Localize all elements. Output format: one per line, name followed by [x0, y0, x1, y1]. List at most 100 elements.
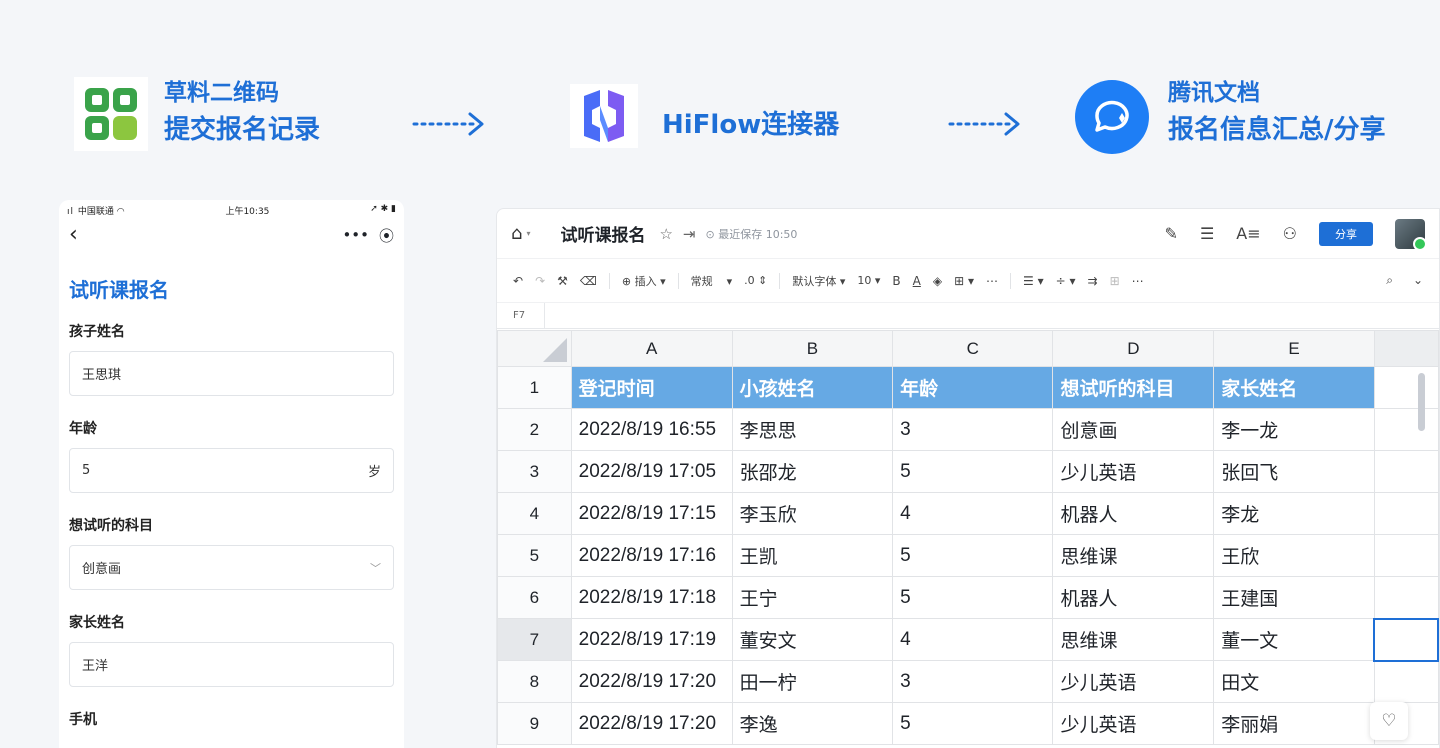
text-format-icon[interactable]: A≡ — [1236, 224, 1260, 243]
table-cell[interactable]: 家长姓名 — [1213, 366, 1375, 409]
table-cell[interactable]: 张回飞 — [1213, 450, 1375, 493]
row-number[interactable]: 7 — [497, 618, 572, 661]
table-cell[interactable] — [1373, 660, 1439, 703]
table-cell[interactable]: 创意画 — [1052, 408, 1215, 451]
chevron-down-icon[interactable]: ⌄ — [1413, 273, 1423, 288]
table-cell[interactable]: 5 — [892, 702, 1054, 745]
table-cell[interactable]: 田一柠 — [731, 660, 894, 703]
heart-icon[interactable]: ♡ — [1370, 702, 1408, 740]
row-number[interactable]: 6 — [497, 576, 572, 619]
parent-name-input[interactable]: 王洋 — [69, 642, 394, 687]
align-icon[interactable]: ☰ ▾ — [1023, 274, 1044, 288]
table-cell[interactable]: 少儿英语 — [1052, 660, 1215, 703]
table-cell[interactable]: 小孩姓名 — [731, 366, 894, 409]
table-cell[interactable]: 3 — [892, 660, 1054, 703]
table-cell[interactable]: 5 — [892, 450, 1054, 493]
row-number[interactable]: 4 — [497, 492, 572, 535]
edit-check-icon[interactable]: ✎ — [1165, 224, 1178, 243]
fill-color-icon[interactable]: ◈ — [933, 274, 942, 288]
move-icon[interactable]: ⇥ — [683, 225, 696, 243]
text-color-icon[interactable]: A — [913, 274, 921, 288]
table-cell[interactable]: 王凯 — [731, 534, 894, 577]
table-cell[interactable]: 4 — [892, 492, 1054, 535]
doc-title[interactable]: 试听课报名 — [560, 221, 645, 246]
selected-cell[interactable] — [1373, 617, 1439, 662]
eraser-icon[interactable]: ⌫ — [580, 274, 597, 288]
column-header[interactable]: D — [1052, 330, 1215, 367]
table-cell[interactable]: 李丽娟 — [1213, 702, 1375, 745]
undo-icon[interactable]: ↶ — [513, 274, 523, 288]
border-icon[interactable]: ⊞ ▾ — [954, 274, 974, 288]
table-cell[interactable]: 李思思 — [731, 408, 894, 451]
bold-icon[interactable]: B — [892, 274, 900, 288]
row-number[interactable]: 9 — [497, 702, 572, 745]
table-cell[interactable]: 田文 — [1213, 660, 1375, 703]
row-number[interactable]: 2 — [497, 408, 572, 451]
column-header[interactable] — [1373, 330, 1439, 367]
redo-icon[interactable]: ↷ — [535, 274, 545, 288]
column-header[interactable]: E — [1213, 330, 1375, 367]
table-cell[interactable]: 4 — [892, 618, 1054, 661]
vertical-scrollbar[interactable] — [1418, 373, 1425, 431]
search-icon[interactable]: ⌕ — [1386, 273, 1393, 288]
table-cell[interactable]: 2022/8/19 17:16 — [570, 534, 733, 577]
star-icon[interactable]: ☆ — [659, 225, 672, 243]
table-cell[interactable]: 张邵龙 — [731, 450, 894, 493]
table-cell[interactable]: 王欣 — [1213, 534, 1375, 577]
wrap-icon[interactable]: ⇉ — [1088, 274, 1098, 288]
table-cell[interactable]: 2022/8/19 17:20 — [570, 660, 733, 703]
home-icon[interactable]: ⌂ — [511, 223, 522, 244]
table-cell[interactable]: 想试听的科目 — [1052, 366, 1215, 409]
column-header[interactable]: A — [570, 330, 733, 367]
table-cell[interactable] — [1373, 408, 1439, 451]
close-target-icon[interactable]: ⦿ — [379, 225, 394, 246]
table-cell[interactable]: 2022/8/19 17:19 — [570, 618, 733, 661]
table-cell[interactable]: 董安文 — [731, 618, 894, 661]
font-family-select[interactable]: 默认字体 ▾ — [792, 273, 845, 289]
table-cell[interactable]: 李玉欣 — [731, 492, 894, 535]
table-cell[interactable]: 少儿英语 — [1052, 450, 1215, 493]
caret-down-icon[interactable]: ▾ — [526, 229, 530, 238]
select-all-corner[interactable] — [497, 330, 572, 367]
menu-icon[interactable]: ☰ — [1200, 224, 1214, 243]
back-icon[interactable]: ‹ — [69, 224, 78, 246]
more-icon[interactable]: ⋯ — [986, 274, 998, 288]
subject-select[interactable]: 创意画 ﹀ — [69, 545, 394, 590]
column-header[interactable]: C — [892, 330, 1054, 367]
avatar[interactable] — [1395, 218, 1427, 251]
age-input[interactable]: 5 岁 — [69, 448, 394, 493]
table-cell[interactable]: 董一文 — [1213, 618, 1375, 661]
valign-icon[interactable]: ÷ ▾ — [1056, 274, 1076, 288]
table-cell[interactable]: 2022/8/19 17:20 — [570, 702, 733, 745]
table-cell[interactable]: 机器人 — [1052, 576, 1215, 619]
format-painter-icon[interactable]: ⚒ — [557, 274, 568, 288]
add-collaborator-icon[interactable]: ⚇ — [1283, 224, 1297, 243]
child-name-input[interactable]: 王思琪 — [69, 351, 394, 396]
table-cell[interactable]: 机器人 — [1052, 492, 1215, 535]
more-icon[interactable]: ⋯ — [1132, 274, 1144, 288]
table-cell[interactable]: 5 — [892, 576, 1054, 619]
row-number[interactable]: 1 — [497, 366, 572, 409]
row-number[interactable]: 3 — [497, 450, 572, 493]
table-cell[interactable]: 李一龙 — [1213, 408, 1375, 451]
table-cell[interactable]: 少儿英语 — [1052, 702, 1215, 745]
table-cell[interactable] — [1373, 576, 1439, 619]
number-format-select[interactable]: 常规 ▾ — [691, 273, 733, 289]
table-cell[interactable] — [1373, 366, 1439, 409]
table-cell[interactable]: 王建国 — [1213, 576, 1375, 619]
merge-icon[interactable]: ⊞ — [1110, 274, 1120, 288]
table-cell[interactable]: 2022/8/19 17:18 — [570, 576, 733, 619]
insert-menu[interactable]: ⊕ 插入 ▾ — [622, 273, 666, 289]
table-cell[interactable] — [1373, 450, 1439, 493]
table-cell[interactable] — [1373, 492, 1439, 535]
column-header[interactable]: B — [731, 330, 894, 367]
table-cell[interactable]: 思维课 — [1052, 534, 1215, 577]
table-cell[interactable]: 5 — [892, 534, 1054, 577]
table-cell[interactable]: 王宁 — [731, 576, 894, 619]
font-size-select[interactable]: 10 ▾ — [857, 274, 880, 287]
table-cell[interactable]: 2022/8/19 16:55 — [570, 408, 733, 451]
table-cell[interactable]: 李逸 — [731, 702, 894, 745]
table-cell[interactable]: 年龄 — [892, 366, 1054, 409]
more-icon[interactable]: ••• — [342, 226, 369, 244]
decimal-stepper[interactable]: .0 ⇕ — [744, 274, 767, 287]
